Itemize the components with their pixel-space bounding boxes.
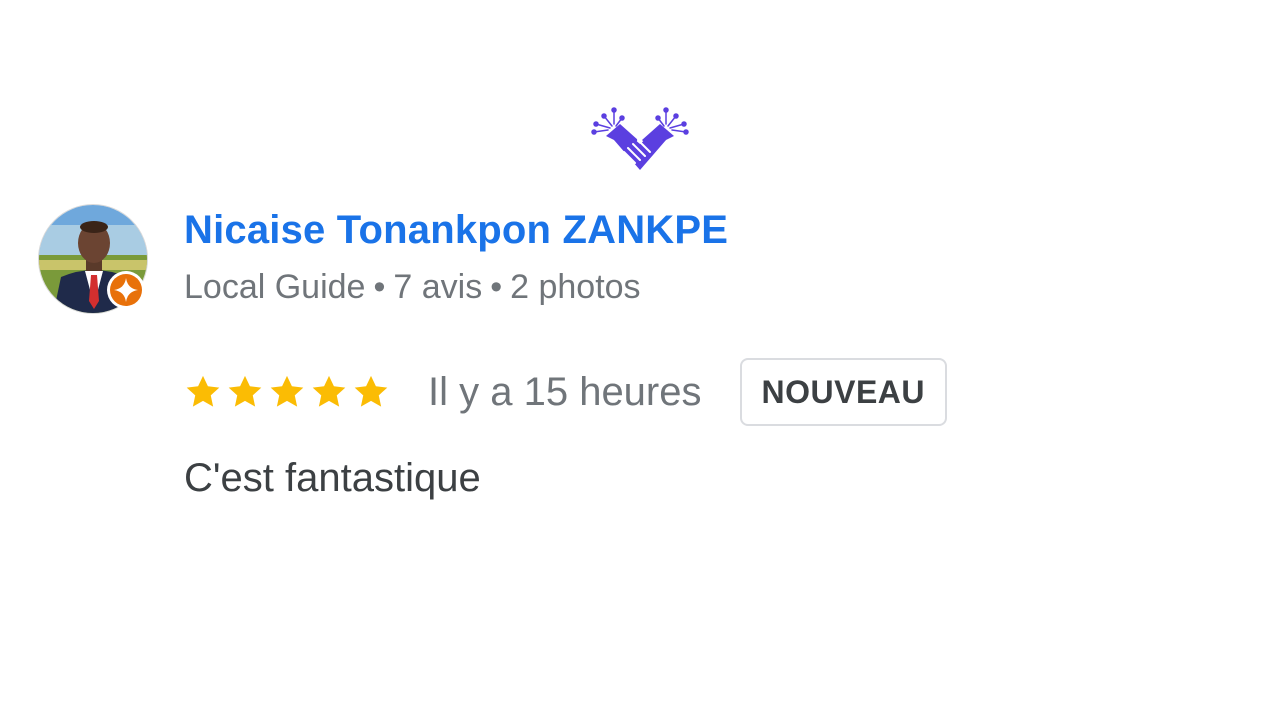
separator: • (373, 268, 386, 306)
star-icon (354, 375, 388, 407)
local-guide-star-icon (107, 271, 145, 309)
handshake-heart-icon (591, 107, 689, 170)
avatar[interactable] (38, 204, 148, 314)
reviewer-meta: Local Guide • 7 avis • 2 photos (184, 268, 641, 307)
star-rating (184, 373, 390, 411)
separator: • (490, 268, 503, 306)
star-icon (270, 375, 304, 407)
star-icon (228, 375, 262, 407)
review-time: Il y a 15 heures (428, 369, 702, 414)
review-card: Nicaise Tonankpon ZANKPE Local Guide • 7 a… (0, 0, 1280, 720)
star-icon (312, 375, 346, 407)
photos-count: 2 photos (510, 268, 641, 306)
review-text: C'est fantastique (184, 456, 481, 500)
star-icon (186, 375, 220, 407)
reviews-count: 7 avis (393, 268, 483, 306)
local-guide-label: Local Guide (184, 268, 366, 306)
new-badge: NOUVEAU (739, 358, 948, 426)
rating-row: Il y a 15 heures NOUVEAU (184, 358, 948, 426)
reviewer-name[interactable]: Nicaise Tonankpon ZANKPE (184, 208, 728, 253)
